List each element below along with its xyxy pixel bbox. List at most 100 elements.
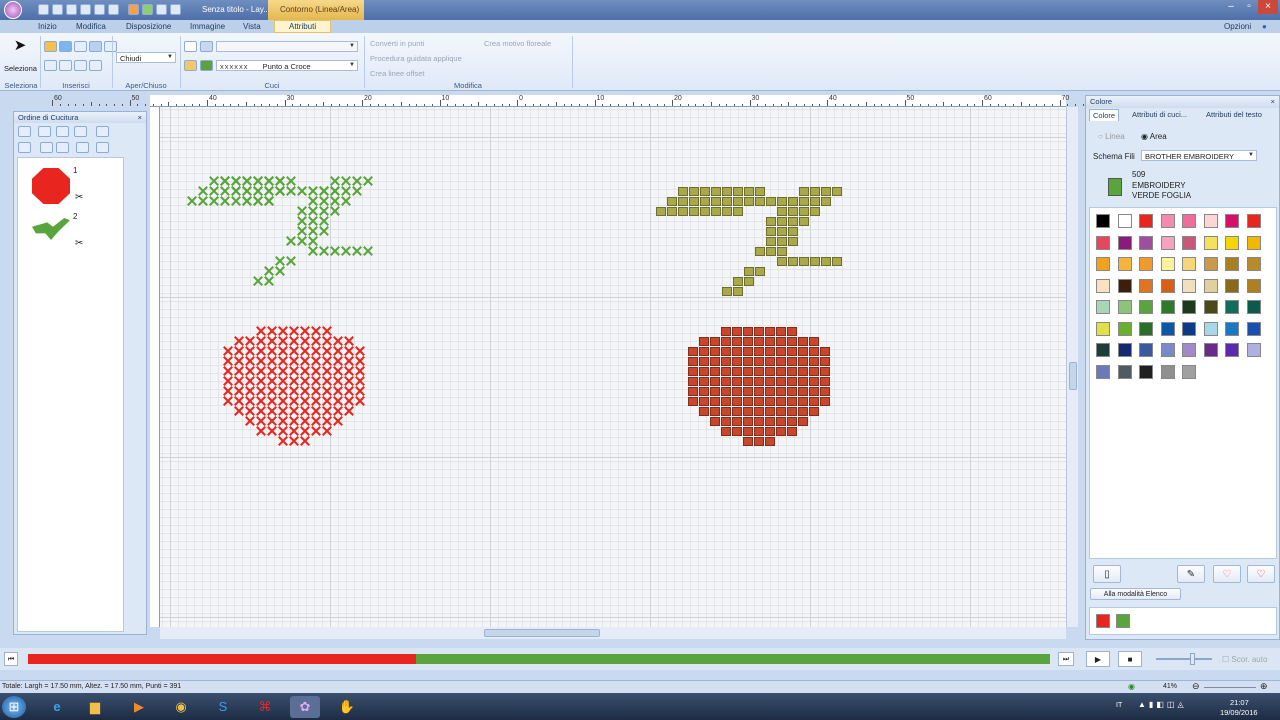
thread-swatch[interactable] [1246,300,1261,314]
thread-swatch[interactable] [1246,235,1261,250]
area-sew-type-select[interactable]: xxxxxx Punto a Croce ▼ [216,60,358,71]
design-canvas[interactable] [160,107,1066,627]
circle-shape-icon[interactable] [59,41,72,52]
area-sew-icon[interactable] [184,60,197,71]
thread-swatch[interactable] [1139,278,1153,293]
thread-swatch[interactable] [1160,300,1175,314]
thread-swatch[interactable] [1096,257,1110,271]
stitch-progress-track[interactable] [28,654,1050,664]
thread-swatch[interactable] [1139,321,1153,336]
thread-swatch[interactable] [1182,364,1196,379]
thread-swatch[interactable] [1182,257,1196,271]
thread-swatch[interactable] [1139,343,1153,357]
tool-icon[interactable] [142,4,153,15]
zoom-in-icon[interactable]: ⊕ [1260,681,1268,692]
close-icon[interactable]: × [1271,97,1275,106]
slider-thumb[interactable] [1190,653,1195,665]
tab-colore[interactable]: Colore [1089,109,1120,121]
chrome-icon[interactable]: ◉ [166,696,196,718]
thread-swatch[interactable] [1160,278,1175,293]
toolbar-icon[interactable] [56,142,69,153]
toolbar-icon[interactable] [18,126,31,137]
thread-swatch[interactable] [1096,300,1110,314]
toolbar-icon[interactable] [76,142,89,153]
thread-swatch[interactable] [1182,321,1196,336]
heart-shape-icon[interactable] [89,41,102,52]
zoom-slider[interactable] [1204,687,1256,688]
thread-list-button[interactable]: ▯ [1093,565,1121,583]
toolbar-icon[interactable] [18,142,31,153]
thread-swatch[interactable] [1139,235,1153,250]
thread-swatch[interactable] [1203,321,1218,336]
thread-swatch[interactable] [1246,343,1261,357]
thread-swatch[interactable] [1096,214,1110,228]
maximize-icon[interactable]: ▫ [1240,0,1258,14]
thread-swatch[interactable] [1117,321,1132,336]
open-close-select[interactable]: Chiudi ▼ [116,52,176,63]
curve-line-icon[interactable] [44,60,57,71]
thread-swatch[interactable] [1225,257,1239,271]
vertical-scrollbar[interactable] [1066,107,1078,627]
toolbar-icon[interactable] [40,142,53,153]
hand-app-icon[interactable]: ✋ [332,696,362,718]
thread-swatch[interactable] [1203,214,1218,228]
thread-swatch[interactable] [1160,214,1175,228]
media-player-icon[interactable]: ▶ [124,696,154,718]
area-radio[interactable]: ◉ Area [1141,132,1167,141]
thread-swatch[interactable] [1096,343,1110,357]
undo-icon[interactable] [94,4,105,15]
close-icon[interactable]: × [1258,0,1278,14]
tab-disposizione[interactable]: Disposizione [126,22,171,31]
tab-vista[interactable]: Vista [243,22,261,31]
thread-picker-button[interactable]: ✎ [1177,565,1205,583]
thread-swatch[interactable] [1117,278,1132,293]
redo-icon[interactable] [108,4,119,15]
thread-swatch[interactable] [1117,343,1132,357]
thread-swatch[interactable] [1225,343,1239,357]
new-file-icon[interactable] [38,4,49,15]
start-button-icon[interactable]: ⊞ [2,696,26,718]
thread-swatch[interactable] [1096,364,1110,379]
thread-swatch[interactable] [1096,321,1110,336]
minimize-icon[interactable]: – [1222,0,1240,14]
thread-swatch[interactable] [1246,214,1261,228]
floral-pattern-button[interactable]: Crea motivo floreale [484,39,551,48]
thread-swatch[interactable] [1182,235,1196,250]
cursor-icon[interactable] [96,142,109,153]
thread-swatch[interactable] [1117,257,1132,271]
help-icon[interactable]: ● [1262,22,1267,31]
open-file-icon[interactable] [52,4,63,15]
tab-modifica[interactable]: Modifica [76,22,106,31]
thread-swatch[interactable] [1225,235,1239,250]
thread-swatch[interactable] [1246,278,1261,293]
thread-swatch[interactable] [1117,235,1132,250]
line-sew-icon[interactable] [184,41,197,52]
scroll-thumb[interactable] [484,629,600,637]
list-item[interactable]: 1 ✂ [20,164,120,204]
thread-swatch[interactable] [1203,257,1218,271]
app-logo-icon[interactable] [4,1,22,19]
thread-swatch[interactable] [1160,321,1175,336]
thread-swatch[interactable] [1203,235,1218,250]
internet-explorer-icon[interactable]: e [42,696,72,718]
embroidery-app-icon[interactable]: ✿ [290,696,320,718]
thread-swatch[interactable] [1139,364,1153,379]
auto-scroll-checkbox[interactable]: ☐ Scor. auto [1222,655,1267,664]
area-color-swatch[interactable] [200,60,213,71]
tool-icon[interactable] [170,4,181,15]
file-explorer-icon[interactable]: ▆ [80,696,110,718]
favorite-remove-button[interactable]: ♡ [1247,565,1275,583]
thread-swatch[interactable] [1182,278,1196,293]
thread-swatch[interactable] [1160,257,1175,271]
used-color-swatch[interactable] [1116,614,1130,628]
print-icon[interactable] [80,4,91,15]
arc-shape-icon[interactable] [74,41,87,52]
convert-to-points-button[interactable]: Converti in punti [370,39,424,48]
options-menu[interactable]: Opzioni [1224,22,1251,31]
scroll-thumb[interactable] [1069,362,1077,390]
thread-swatch[interactable] [1139,300,1153,314]
thread-swatch[interactable] [1139,257,1153,271]
offset-lines-button[interactable]: Crea linee offset [370,69,424,78]
line-color-icon[interactable] [200,41,213,52]
thread-swatch[interactable] [1117,364,1132,379]
